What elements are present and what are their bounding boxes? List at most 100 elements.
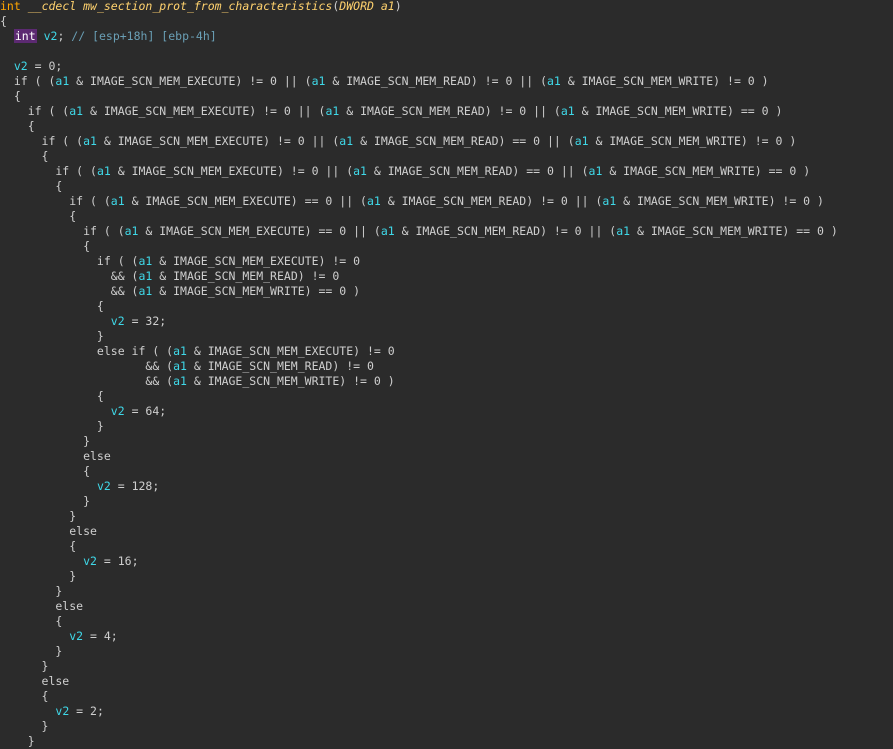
code-line[interactable]: if ( (a1 & IMAGE_SCN_MEM_EXECUTE) != 0 |… [0, 164, 893, 179]
code-line[interactable]: if ( (a1 & IMAGE_SCN_MEM_EXECUTE) != 0 |… [0, 104, 893, 119]
code-line[interactable]: && (a1 & IMAGE_SCN_MEM_READ) != 0 [0, 359, 893, 374]
code-line[interactable]: if ( (a1 & IMAGE_SCN_MEM_EXECUTE) != 0 [0, 254, 893, 269]
code-line[interactable]: { [0, 299, 893, 314]
code-token: else if ( ( [0, 344, 174, 358]
code-line[interactable]: } [0, 329, 893, 344]
code-token: __cdecl mw_section_prot_from_characteris… [27, 0, 333, 13]
code-line[interactable]: else [0, 524, 893, 539]
code-token: { [0, 299, 104, 313]
code-line[interactable]: } [0, 494, 893, 509]
code-line[interactable]: && (a1 & IMAGE_SCN_MEM_WRITE) != 0 ) [0, 374, 893, 389]
variable-token: a1 [69, 104, 84, 118]
code-token: { [0, 179, 63, 193]
code-line[interactable]: if ( (a1 & IMAGE_SCN_MEM_EXECUTE) != 0 |… [0, 134, 893, 149]
code-line[interactable]: if ( (a1 & IMAGE_SCN_MEM_EXECUTE) == 0 |… [0, 194, 893, 209]
code-token: { [0, 149, 49, 163]
code-token: & IMAGE_SCN_MEM_READ) == 0 || ( [366, 164, 589, 178]
code-token: ) [394, 0, 402, 13]
code-token: & IMAGE_SCN_MEM_READ) == 0 || ( [353, 134, 575, 148]
code-token: & IMAGE_SCN_MEM_WRITE) != 0 ) [560, 74, 769, 88]
code-line[interactable]: { [0, 179, 893, 194]
code-line[interactable]: { [0, 119, 893, 134]
code-token: { [0, 614, 63, 628]
code-line[interactable]: else if ( (a1 & IMAGE_SCN_MEM_EXECUTE) !… [0, 344, 893, 359]
code-token: } [0, 719, 49, 733]
code-line[interactable]: { [0, 14, 893, 29]
pseudocode-view[interactable]: int __cdecl mw_section_prot_from_charact… [0, 0, 893, 748]
code-line[interactable]: } [0, 434, 893, 449]
code-line[interactable]: } [0, 569, 893, 584]
code-line[interactable]: { [0, 89, 893, 104]
code-line[interactable]: } [0, 659, 893, 674]
code-token: & IMAGE_SCN_MEM_READ) != 0 || ( [380, 194, 603, 208]
code-line[interactable]: int __cdecl mw_section_prot_from_charact… [0, 0, 893, 14]
variable-token: a1 [138, 254, 153, 268]
code-line[interactable] [0, 44, 893, 59]
code-line[interactable]: if ( (a1 & IMAGE_SCN_MEM_EXECUTE) != 0 |… [0, 74, 893, 89]
code-line[interactable]: v2 = 0; [0, 59, 893, 74]
code-line[interactable]: if ( (a1 & IMAGE_SCN_MEM_EXECUTE) == 0 |… [0, 224, 893, 239]
code-token: = 0; [27, 59, 63, 73]
code-line[interactable]: } [0, 509, 893, 524]
code-token: if ( ( [0, 194, 111, 208]
variable-token: v2 [83, 554, 97, 568]
code-token: if ( ( [0, 254, 139, 268]
code-line[interactable]: { [0, 239, 893, 254]
code-token: ; [57, 29, 72, 43]
code-token: { [0, 464, 91, 478]
code-line[interactable]: v2 = 4; [0, 629, 893, 644]
code-token: & IMAGE_SCN_MEM_EXECUTE) != 0 || ( [110, 164, 354, 178]
code-token: } [0, 494, 91, 508]
code-line[interactable]: else [0, 449, 893, 464]
code-line[interactable]: && (a1 & IMAGE_SCN_MEM_WRITE) == 0 ) [0, 284, 893, 299]
code-token: } [0, 509, 77, 523]
code-line[interactable]: { [0, 689, 893, 704]
code-token: { [0, 119, 35, 133]
code-line[interactable]: && (a1 & IMAGE_SCN_MEM_READ) != 0 [0, 269, 893, 284]
code-line[interactable]: int v2; // [esp+18h] [ebp-4h] [0, 29, 893, 44]
code-line[interactable]: { [0, 209, 893, 224]
code-line[interactable]: else [0, 599, 893, 614]
code-line[interactable]: } [0, 734, 893, 749]
variable-token: a1 [110, 194, 125, 208]
code-line[interactable]: } [0, 719, 893, 734]
comment-token: // [esp+18h] [ebp-4h] [71, 29, 217, 43]
code-token: & IMAGE_SCN_MEM_READ) != 0 [152, 269, 340, 283]
variable-token: a1 [173, 344, 187, 358]
code-line[interactable]: { [0, 539, 893, 554]
variable-token: a1 [55, 74, 70, 88]
code-line[interactable]: v2 = 64; [0, 404, 893, 419]
variable-token: a1 [547, 74, 561, 88]
variable-token: a1 [173, 359, 187, 373]
variable-token: v2 [69, 629, 84, 643]
code-token: } [0, 734, 35, 748]
code-line[interactable]: v2 = 128; [0, 479, 893, 494]
code-line[interactable]: { [0, 389, 893, 404]
code-token: & IMAGE_SCN_MEM_READ) != 0 [186, 359, 374, 373]
code-line[interactable]: } [0, 419, 893, 434]
code-token: { [0, 209, 77, 223]
code-line[interactable]: } [0, 584, 893, 599]
variable-token: v2 [55, 704, 70, 718]
code-line[interactable]: } [0, 644, 893, 659]
code-line[interactable]: { [0, 614, 893, 629]
code-token: } [0, 659, 49, 673]
code-token: & IMAGE_SCN_MEM_WRITE) == 0 ) [602, 164, 811, 178]
code-token: & IMAGE_SCN_MEM_EXECUTE) != 0 || ( [96, 134, 340, 148]
code-line[interactable]: else [0, 674, 893, 689]
code-token: else [0, 599, 84, 613]
code-line[interactable]: { [0, 149, 893, 164]
variable-token: v2 [13, 59, 28, 73]
variable-token: a1 [560, 104, 575, 118]
code-token: & IMAGE_SCN_MEM_READ) != 0 || ( [339, 104, 561, 118]
code-token: { [0, 539, 77, 553]
code-line[interactable]: v2 = 32; [0, 314, 893, 329]
code-line[interactable]: { [0, 464, 893, 479]
code-token: & IMAGE_SCN_MEM_EXECUTE) != 0 || ( [83, 104, 326, 118]
code-line[interactable]: v2 = 16; [0, 554, 893, 569]
code-line[interactable]: v2 = 2; [0, 704, 893, 719]
